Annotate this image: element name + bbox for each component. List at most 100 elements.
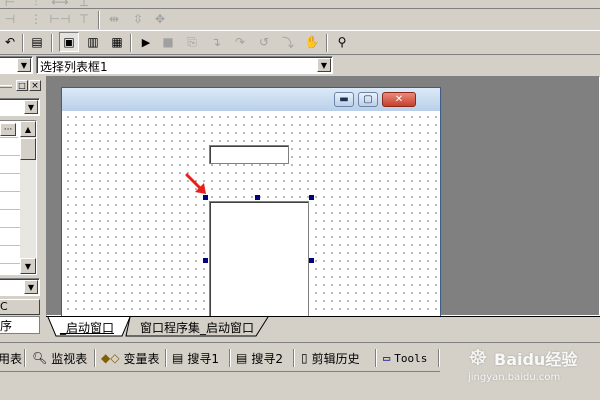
ellipsis-button[interactable]: ··· <box>0 123 16 136</box>
preview-icon[interactable]: ▤ <box>27 32 47 52</box>
bottom-tab-tools-label: Tools <box>394 351 428 365</box>
space-horizontal-icon[interactable]: ⇹ <box>104 9 124 29</box>
panel-titlebar: □ × <box>0 79 44 93</box>
bottom-tab-watch-label: 监视表 <box>51 351 88 366</box>
bottom-tab-clip-history-label: 剪辑历史 <box>311 351 360 366</box>
step-out-icon[interactable]: ↺ <box>254 32 274 52</box>
selection-handle[interactable] <box>203 195 208 200</box>
watermark-url: jingyan.baidu.com <box>468 372 561 383</box>
scroll-down-icon[interactable]: ▼ <box>20 258 36 274</box>
panel-label-c: C <box>0 299 40 315</box>
separator <box>51 34 53 52</box>
property-grid[interactable]: ··· ▲ ▼ <box>0 120 37 275</box>
tab-start-window-label: _启动窗口 <box>60 320 115 335</box>
bottom-tab-search2-label: 搜寻2 <box>251 351 283 366</box>
tab-outline <box>47 317 269 337</box>
separator <box>326 34 328 52</box>
separator <box>130 34 132 52</box>
separator <box>22 34 24 52</box>
step-icon[interactable]: ⎘ <box>182 32 202 52</box>
selection-handle[interactable] <box>255 195 260 200</box>
bottom-tab-variables-label: 变量表 <box>123 351 160 366</box>
chevron-down-icon[interactable]: ▼ <box>24 280 38 294</box>
bottom-tab-clip-history[interactable]: ▯ 剪辑历史 <box>301 347 360 369</box>
designed-window-titlebar[interactable]: ▬ ▢ ✕ <box>62 88 440 111</box>
maximize-icon[interactable]: ▢ <box>358 92 378 107</box>
panel-maximize-icon[interactable]: □ <box>16 80 28 91</box>
bottom-tab-calltable[interactable]: 用表 <box>0 347 22 369</box>
property-row[interactable] <box>0 156 20 174</box>
event-selector-value: 选择列表框1 <box>40 60 108 74</box>
space-vertical-icon[interactable]: ⇳ <box>128 9 148 29</box>
panel-tab-program[interactable]: 序 <box>0 316 40 334</box>
combo-row: ▼ 选择列表框1 ▼ <box>0 54 600 75</box>
search-list-icon: ▤ <box>236 351 248 365</box>
separator <box>165 349 167 367</box>
scroll-up-icon[interactable]: ▲ <box>20 121 36 137</box>
property-row[interactable] <box>0 138 20 156</box>
tab-window-assembly[interactable]: 窗口程序集_启动窗口 <box>140 318 254 336</box>
stop-icon[interactable]: ■ <box>158 32 178 52</box>
align-left-edge-icon[interactable]: ⊣ <box>0 9 20 29</box>
separator <box>293 349 295 367</box>
panel-close-icon[interactable]: × <box>29 80 41 91</box>
designed-window-client[interactable] <box>62 111 440 321</box>
designed-window[interactable]: ▬ ▢ ✕ <box>61 87 441 321</box>
find-binoculars-icon[interactable]: ⚲ <box>332 32 352 52</box>
chevron-down-icon[interactable]: ▼ <box>24 100 38 114</box>
same-height-icon[interactable]: ⊤ <box>74 9 94 29</box>
property-row[interactable] <box>0 246 20 264</box>
chevron-down-icon[interactable]: ▼ <box>17 58 31 72</box>
tab-start-window[interactable]: _启动窗口 <box>60 318 114 336</box>
selection-handle[interactable] <box>203 258 208 263</box>
property-row[interactable] <box>0 210 20 228</box>
panel-grip[interactable] <box>0 85 12 88</box>
close-icon[interactable]: ✕ <box>382 92 416 107</box>
run-to-cursor-icon[interactable]: ⤵ <box>278 32 298 52</box>
window-layout-3-icon[interactable]: ▦ <box>107 32 127 52</box>
panel-value-combo[interactable]: ▼ <box>0 278 40 296</box>
clipboard-icon: ▯ <box>301 351 308 365</box>
hand-icon[interactable]: ✋ <box>302 32 322 52</box>
properties-panel: □ × ▼ ··· ▲ ▼ ▼ C 序 <box>0 76 44 338</box>
step-into-icon[interactable]: ↴ <box>206 32 226 52</box>
panel-tab-program-text: 序 <box>0 319 13 333</box>
step-over-icon[interactable]: ↷ <box>230 32 250 52</box>
bottom-tab-tools[interactable]: ▭ Tools <box>383 347 427 369</box>
same-width-icon[interactable]: ⊢⊣ <box>50 9 71 29</box>
center-in-window-icon[interactable]: ✥ <box>150 9 170 29</box>
selection-handle[interactable] <box>309 195 314 200</box>
property-scrollbar[interactable]: ▲ ▼ <box>20 121 36 274</box>
listbox-control[interactable] <box>209 201 309 321</box>
property-row[interactable] <box>0 174 20 192</box>
separator <box>438 349 440 367</box>
chevron-down-icon[interactable]: ▼ <box>317 58 331 72</box>
bottom-tab-search1[interactable]: ▤ 搜寻1 <box>172 347 219 369</box>
bottom-tab-search1-label: 搜寻1 <box>187 351 219 366</box>
window-icon: ▭ <box>383 351 391 365</box>
baidu-paw-logo: ☸ <box>468 346 488 371</box>
object-selector[interactable]: ▼ <box>0 56 33 74</box>
variables-icon: ◆◇ <box>101 351 120 365</box>
scroll-thumb[interactable] <box>20 138 36 160</box>
bottom-tab-watch[interactable]: 🔍︎ 监视表 <box>32 347 87 369</box>
magnifier-icon: 🔍︎ <box>32 351 48 365</box>
bottom-tab-calltable-label: 用表 <box>0 351 23 366</box>
minimize-icon[interactable]: ▬ <box>334 92 354 107</box>
undo-icon[interactable]: ↶ <box>0 32 20 52</box>
event-selector[interactable]: 选择列表框1 ▼ <box>36 56 333 74</box>
panel-object-combo[interactable]: ▼ <box>0 98 40 116</box>
window-layout-1-icon[interactable]: ▣ <box>59 32 79 52</box>
run-icon[interactable]: ▶ <box>136 32 156 52</box>
tab-window-assembly-label: 窗口程序集_启动窗口 <box>140 320 255 335</box>
bottom-tab-variables[interactable]: ◆◇ 变量表 <box>101 347 159 369</box>
property-row[interactable] <box>0 192 20 210</box>
property-row[interactable] <box>0 228 20 246</box>
window-layout-2-icon[interactable]: ▥ <box>83 32 103 52</box>
selection-handle[interactable] <box>309 258 314 263</box>
bottom-tab-search2[interactable]: ▤ 搜寻2 <box>236 347 283 369</box>
textbox-control[interactable] <box>209 145 289 164</box>
baidu-watermark: ☸ Baidu经验 jingyan.baidu.com <box>468 346 600 386</box>
separator <box>98 11 100 29</box>
align-vcenter-icon[interactable]: ⋮ <box>26 9 46 29</box>
